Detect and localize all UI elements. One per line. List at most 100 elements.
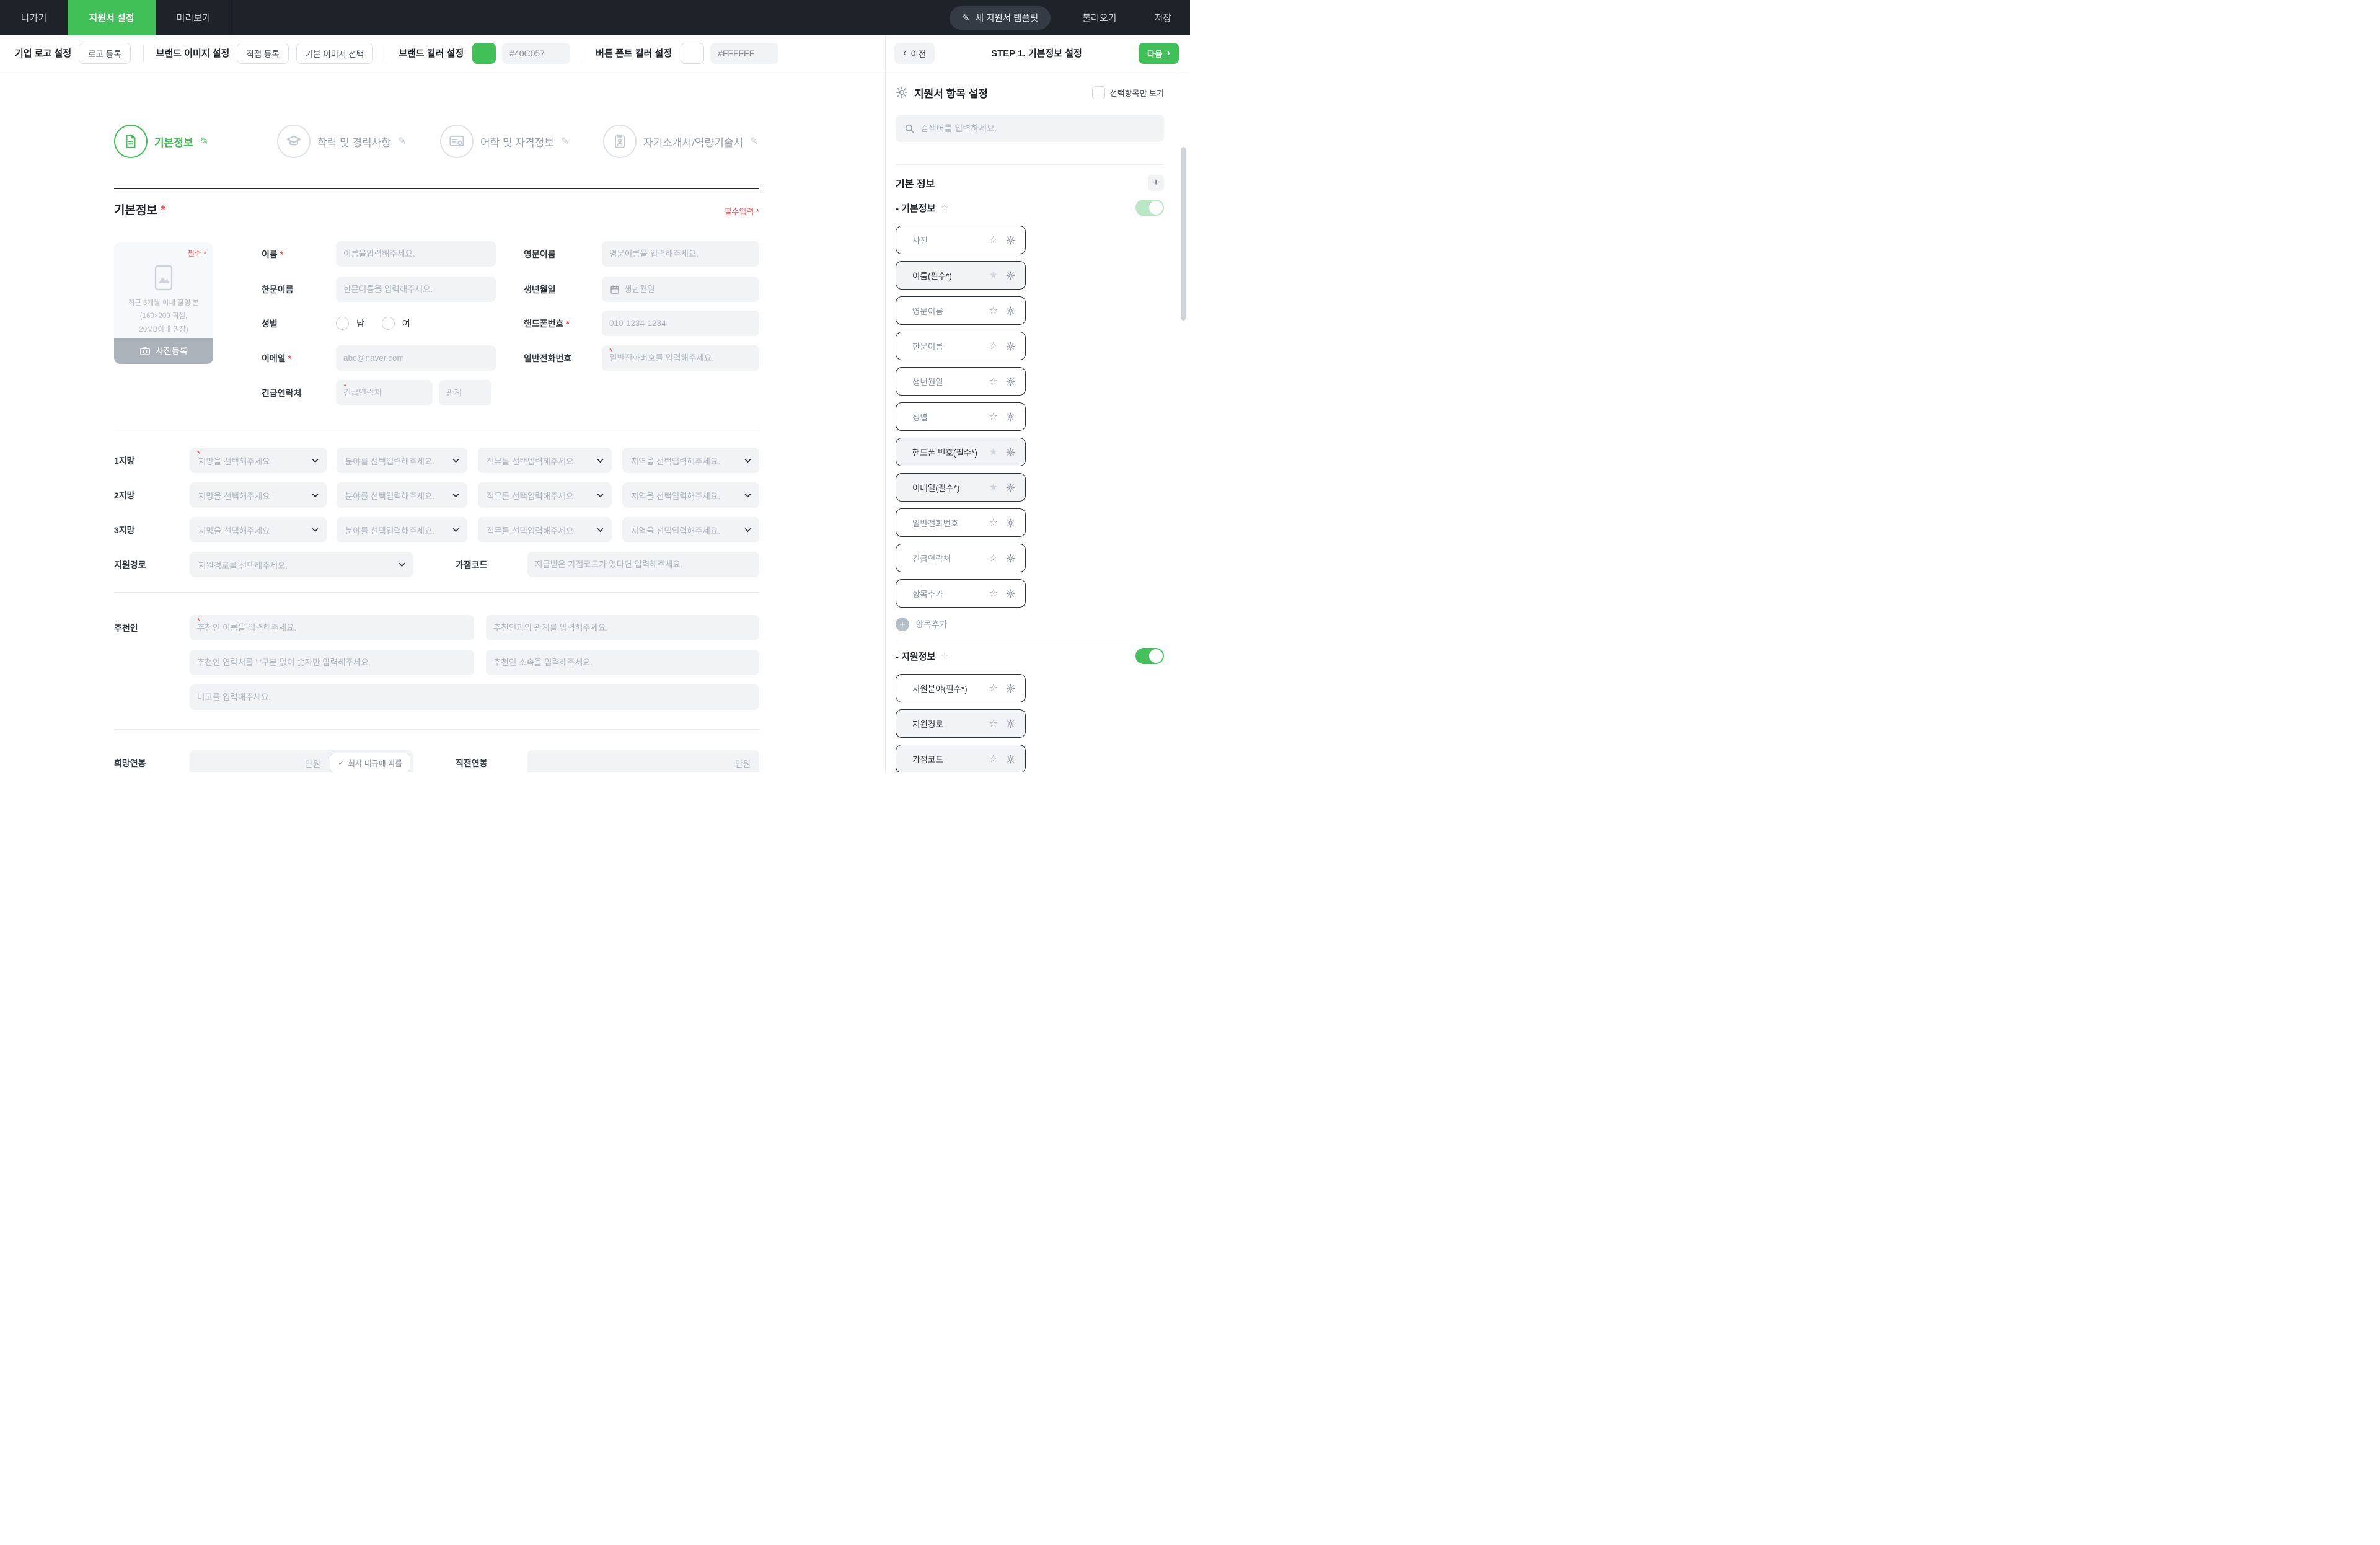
chip-name[interactable]: 이름(필수*) ★: [896, 261, 1026, 290]
next-step-button[interactable]: 다음 ›: [1139, 43, 1179, 64]
star-icon[interactable]: ☆: [989, 375, 998, 387]
star-icon[interactable]: ☆: [989, 552, 998, 564]
gear-icon[interactable]: [1006, 755, 1015, 764]
wish3-field-select[interactable]: 분야를 선택입력해주세요.: [337, 517, 467, 542]
gear-icon[interactable]: [1006, 684, 1015, 693]
star-icon[interactable]: ☆: [989, 753, 998, 765]
wish3-job-select[interactable]: 직무를 선택입력해주세요.: [478, 517, 612, 542]
tab-exit[interactable]: 나가기: [0, 0, 68, 35]
chip-telephone[interactable]: 일반전화번호 ☆: [896, 508, 1026, 537]
brand-color-swatch[interactable]: [472, 43, 496, 64]
gear-icon[interactable]: [1006, 412, 1015, 422]
pencil-icon[interactable]: ✎: [561, 135, 569, 148]
gear-icon[interactable]: [1006, 377, 1015, 386]
name-input[interactable]: [336, 241, 496, 267]
direct-register-button[interactable]: 직접 등록: [237, 43, 288, 64]
section-apply-toggle[interactable]: [1135, 648, 1164, 664]
wish1-field-select[interactable]: 분야를 선택입력해주세요.: [337, 448, 467, 473]
pencil-icon[interactable]: ✎: [200, 135, 208, 148]
referrer-note-input[interactable]: [190, 684, 759, 710]
relation-input[interactable]: [439, 380, 491, 405]
star-icon[interactable]: ☆: [989, 410, 998, 423]
wish3-target-select[interactable]: 지망을 선택해주세요: [190, 517, 327, 542]
gender-female-radio[interactable]: [382, 317, 395, 330]
save-button[interactable]: 저장: [1135, 0, 1190, 35]
star-icon[interactable]: ★: [989, 446, 998, 458]
wish2-field-select[interactable]: 분야를 선택입력해주세요.: [337, 482, 467, 508]
pencil-icon[interactable]: ✎: [398, 135, 406, 148]
load-button[interactable]: 불러오기: [1064, 0, 1135, 35]
star-icon[interactable]: ☆: [989, 304, 998, 317]
chip-emergency-contact[interactable]: 긴급연락처 ☆: [896, 544, 1026, 572]
wish2-job-select[interactable]: 직무를 선택입력해주세요.: [478, 482, 612, 508]
chip-email[interactable]: 이메일(필수*) ★: [896, 473, 1026, 502]
wish1-region-select[interactable]: 지역을 선택입력해주세요.: [622, 448, 759, 473]
emergency-contact-input[interactable]: [336, 380, 433, 405]
referrer-org-input[interactable]: [486, 650, 759, 675]
panel-scrollbar[interactable]: [1181, 147, 1186, 321]
brand-color-hex-input[interactable]: #40C057: [502, 43, 570, 64]
gear-icon[interactable]: [1006, 483, 1015, 492]
gear-icon[interactable]: [1006, 518, 1015, 528]
button-font-color-swatch[interactable]: [681, 43, 704, 64]
tab-preview[interactable]: 미리보기: [156, 0, 232, 35]
apply-path-select[interactable]: 지원경로를 선택해주세요.: [190, 552, 413, 577]
bonus-code-input[interactable]: [527, 552, 759, 577]
form-tab-cover-letter[interactable]: 자기소개서/역량기술서 ✎: [603, 125, 759, 158]
chip-bonus-code[interactable]: 가점코드 ☆: [896, 745, 1026, 772]
wish1-job-select[interactable]: 직무를 선택입력해주세요.: [478, 448, 612, 473]
company-policy-checkbox[interactable]: ✓ 회사 내규에 따름: [330, 753, 410, 772]
star-icon[interactable]: ☆: [989, 516, 998, 529]
gear-icon[interactable]: [1006, 448, 1015, 457]
previous-step-button[interactable]: ‹ 이전: [894, 43, 935, 64]
birthdate-input[interactable]: [602, 277, 759, 302]
star-icon[interactable]: ☆: [989, 587, 998, 600]
referrer-contact-input[interactable]: [190, 650, 474, 675]
gear-icon[interactable]: [1006, 554, 1015, 563]
wish2-target-select[interactable]: 지망을 선택해주세요: [190, 482, 327, 508]
gear-icon[interactable]: [1006, 342, 1015, 351]
chip-english-name[interactable]: 영문이름 ☆: [896, 296, 1026, 325]
hanja-name-input[interactable]: [336, 277, 496, 302]
gear-icon[interactable]: [1006, 271, 1015, 280]
logo-register-button[interactable]: 로고 등록: [79, 43, 130, 64]
email-input[interactable]: [336, 345, 496, 371]
referrer-name-input[interactable]: [190, 615, 474, 640]
mobile-input[interactable]: [602, 311, 759, 336]
wish3-region-select[interactable]: 지역을 선택입력해주세요.: [622, 517, 759, 542]
pencil-icon[interactable]: ✎: [750, 135, 758, 148]
field-search[interactable]: [896, 115, 1164, 142]
form-tab-language-license[interactable]: 어학 및 자격정보 ✎: [440, 125, 569, 158]
chip-birthdate[interactable]: 생년월일 ☆: [896, 367, 1026, 396]
star-icon[interactable]: ★: [989, 269, 998, 281]
gear-icon[interactable]: [1006, 719, 1015, 728]
gear-icon[interactable]: [1006, 589, 1015, 598]
star-icon[interactable]: ☆: [989, 340, 998, 352]
section-basic-toggle[interactable]: [1135, 200, 1164, 216]
star-icon[interactable]: ☆: [940, 202, 948, 213]
gear-icon[interactable]: [1006, 306, 1015, 316]
chip-apply-path[interactable]: 지원경로 ☆: [896, 709, 1026, 738]
wish2-region-select[interactable]: 지역을 선택입력해주세요.: [622, 482, 759, 508]
referrer-relation-input[interactable]: [486, 615, 759, 640]
chip-apply-field[interactable]: 지원분야(필수*) ☆: [896, 674, 1026, 702]
gender-male-radio[interactable]: [336, 317, 349, 330]
chip-hanja-name[interactable]: 한문이름 ☆: [896, 332, 1026, 360]
field-search-input[interactable]: [920, 123, 1155, 133]
wish1-target-select[interactable]: * 지망을 선택해주세요: [190, 448, 327, 473]
form-tab-education-career[interactable]: 학력 및 경력사항 ✎: [277, 125, 406, 158]
star-icon[interactable]: ☆: [989, 717, 998, 730]
chip-add-field[interactable]: 항목추가 ☆: [896, 579, 1026, 608]
add-group-button[interactable]: +: [1148, 175, 1164, 191]
star-icon[interactable]: ☆: [989, 234, 998, 246]
button-font-color-hex-input[interactable]: #FFFFFF: [710, 43, 778, 64]
english-name-input[interactable]: [602, 241, 759, 267]
gear-icon[interactable]: [1006, 236, 1015, 245]
chip-photo[interactable]: 사진 ☆: [896, 226, 1026, 254]
selected-only-checkbox[interactable]: [1092, 86, 1105, 99]
star-icon[interactable]: ☆: [940, 650, 948, 662]
form-tab-basic-info[interactable]: 기본정보 ✎: [114, 125, 208, 158]
previous-salary-input[interactable]: [527, 750, 759, 772]
chip-mobile[interactable]: 핸드폰 번호(필수*) ★: [896, 438, 1026, 466]
tab-application-settings[interactable]: 지원서 설정: [68, 0, 155, 35]
